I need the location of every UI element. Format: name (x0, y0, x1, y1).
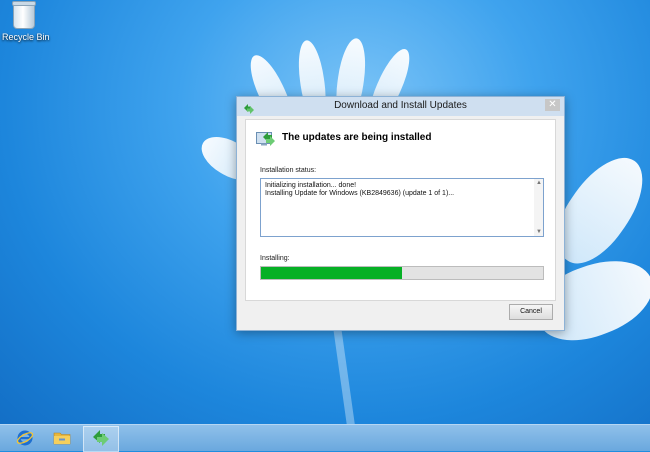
close-button[interactable]: ✕ (545, 99, 560, 111)
cancel-button[interactable]: Cancel (509, 304, 553, 320)
dialog-content: The updates are being installed Installa… (245, 119, 556, 301)
scroll-down-icon[interactable]: ▼ (535, 229, 543, 235)
taskbar (0, 424, 650, 452)
status-label: Installation status: (260, 167, 317, 174)
progress-fill (261, 267, 402, 279)
status-line: Initializing installation... done! (265, 182, 357, 189)
taskbar-internet-explorer[interactable] (8, 426, 42, 450)
recycle-bin-icon (12, 1, 36, 29)
taskbar-windows-update[interactable] (83, 426, 119, 452)
install-progress-bar (260, 266, 544, 280)
status-scrollbar[interactable]: ▲ ▼ (534, 179, 543, 236)
windows-update-monitor-icon (256, 131, 276, 152)
dialog-title: Download and Install Updates (334, 100, 467, 111)
dialog-heading: The updates are being installed (282, 132, 432, 143)
scroll-up-icon[interactable]: ▲ (535, 180, 543, 186)
status-line: Installing Update for Windows (KB2849636… (265, 190, 455, 197)
status-lines: Initializing installation... done! Insta… (265, 182, 454, 198)
desktop-icon-recycle-bin[interactable]: Recycle Bin (2, 1, 50, 42)
desktop-icon-label: Recycle Bin (2, 32, 50, 42)
update-dialog: Download and Install Updates ✕ The updat… (236, 96, 565, 331)
taskbar-file-explorer[interactable] (45, 426, 79, 450)
installing-label: Installing: (260, 255, 290, 262)
dialog-titlebar[interactable]: Download and Install Updates ✕ (237, 97, 564, 116)
status-textbox[interactable]: Initializing installation... done! Insta… (260, 178, 544, 237)
